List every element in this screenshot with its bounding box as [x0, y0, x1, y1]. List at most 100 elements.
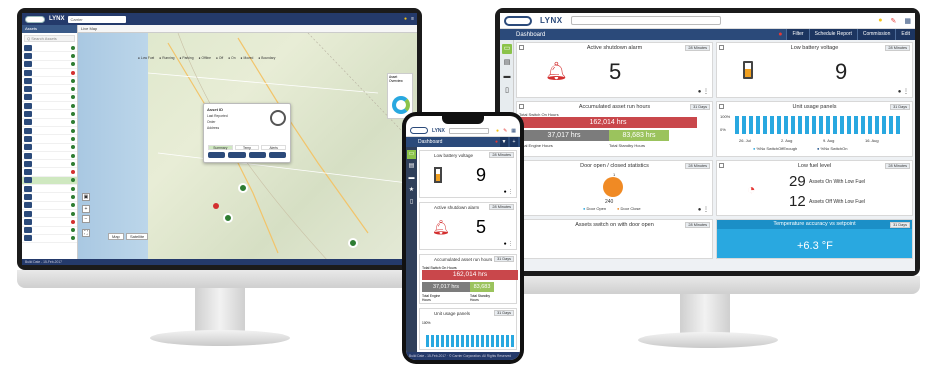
asset-list-item[interactable] — [22, 210, 77, 219]
asset-list-item[interactable] — [22, 235, 77, 244]
asset-list-item[interactable] — [22, 119, 77, 127]
apps-icon[interactable]: ▦ — [511, 128, 516, 134]
live-map[interactable]: ● Low Fuel ● Running ● Parking ● Offline ● O… — [78, 33, 417, 261]
carrier-logo[interactable] — [410, 127, 428, 134]
status-filter[interactable]: ● Off — [216, 56, 223, 60]
status-filter[interactable]: ● Moved — [241, 56, 254, 60]
schedule-report-button[interactable]: Schedule Report — [808, 29, 857, 40]
asset-list-item[interactable] — [22, 127, 77, 136]
status-filter[interactable]: ● Running — [159, 56, 174, 60]
fullscreen-icon[interactable]: ⛶ — [82, 229, 90, 237]
bell-icon[interactable]: ● — [496, 128, 499, 134]
low-battery-voltage-card[interactable]: Low battery voltage 28 Minutes 9 ● ⋮ — [716, 42, 913, 98]
dashboard-icon[interactable]: ▭ — [502, 44, 512, 54]
status-filter[interactable]: ● Boundary — [258, 56, 275, 60]
asset-list-item[interactable] — [22, 110, 77, 119]
time-range-badge[interactable]: 31 Days — [690, 104, 710, 110]
asset-list-item[interactable] — [22, 193, 77, 202]
asset-list-item[interactable] — [22, 227, 77, 235]
filter-button[interactable]: Filter — [786, 29, 809, 40]
action-button[interactable] — [268, 152, 286, 158]
asset-list-item[interactable] — [22, 218, 77, 227]
time-range-badge[interactable]: 28 Minutes — [885, 163, 910, 169]
asset-list-item[interactable] — [22, 102, 77, 111]
satellite-type-button[interactable]: Satellite — [126, 233, 149, 240]
star-icon[interactable]: ★ — [407, 186, 416, 195]
status-filter[interactable]: ● Parking — [180, 56, 194, 60]
asset-list-item[interactable] — [22, 69, 77, 78]
door-statistics-card[interactable]: Door open / closed statistics 28 Minutes… — [516, 160, 713, 216]
active-shutdown-alarm-card[interactable]: Active shutdown alarm 28 Minutes 🔔︎ 5 ● … — [516, 42, 713, 98]
phone-unit-usage-card[interactable]: Unit usage panels 31 Days 100% — [419, 308, 517, 350]
time-range-badge[interactable]: 31 Days — [494, 256, 514, 262]
asset-list-item[interactable] — [22, 152, 77, 161]
status-filter[interactable]: ● On — [228, 56, 235, 60]
low-fuel-level-card[interactable]: Low fuel level 28 Minutes ◔ 29 Assets On… — [716, 160, 913, 216]
status-filter[interactable]: ● Offline — [199, 56, 211, 60]
info-icon[interactable]: ● ⋮ — [504, 241, 513, 247]
info-icon[interactable]: ● ⋮ — [698, 206, 709, 213]
info-icon[interactable]: ● ⋮ — [698, 88, 709, 95]
status-filter[interactable]: ● Low Fuel — [138, 56, 154, 60]
asset-list-item[interactable] — [22, 160, 77, 169]
asset-marker[interactable] — [213, 203, 219, 209]
time-range-badge[interactable]: 28 Minutes — [685, 163, 710, 169]
action-button[interactable] — [228, 152, 246, 158]
time-range-badge[interactable]: 31 Days — [494, 310, 514, 316]
apps-icon[interactable]: ▦ — [904, 17, 911, 25]
asset-list-item[interactable] — [22, 202, 77, 210]
edit-button[interactable]: Edit — [895, 29, 915, 40]
tab-temp[interactable]: Temp — [234, 145, 260, 150]
switch-on-door-open-card[interactable]: Assets switch on with door open 28 Minut… — [516, 219, 713, 259]
asset-list-item[interactable] — [22, 85, 77, 94]
phone-shutdown-alarm-card[interactable]: Active shutdown alarm 28 Minutes 🔔︎ 5 ● … — [419, 202, 517, 250]
asset-run-hours-card[interactable]: Accumulated asset run hours 31 Days Tota… — [516, 101, 713, 157]
phone-low-battery-card[interactable]: Low battery voltage 28 Minutes 9 ● ⋮ — [419, 150, 517, 198]
map-icon[interactable]: ▤ — [407, 162, 416, 171]
asset-list-item[interactable] — [22, 94, 77, 103]
truck-icon[interactable]: ▬ — [502, 72, 512, 82]
layers-icon[interactable]: ▣ — [82, 193, 90, 201]
asset-marker[interactable] — [348, 238, 358, 248]
carrier-logo[interactable] — [504, 15, 532, 26]
document-icon[interactable]: ▯ — [502, 86, 512, 96]
bell-icon[interactable]: ● — [404, 16, 407, 22]
time-range-badge[interactable]: 28 Minutes — [885, 45, 910, 51]
time-range-badge[interactable]: 31 Days — [890, 222, 910, 228]
asset-list-item[interactable] — [22, 176, 77, 186]
asset-marker[interactable] — [238, 183, 248, 193]
action-button[interactable] — [208, 152, 226, 158]
carrier-logo[interactable] — [25, 15, 45, 23]
document-icon[interactable]: ▯ — [407, 198, 416, 207]
time-range-badge[interactable]: 28 Minutes — [685, 45, 710, 51]
time-range-badge[interactable]: 28 Minutes — [685, 222, 710, 228]
asset-list-item[interactable] — [22, 77, 77, 86]
asset-list-item[interactable] — [22, 44, 77, 53]
zoom-out-button[interactable]: − — [82, 215, 90, 223]
asset-list-item[interactable] — [22, 52, 77, 61]
map-type-button[interactable]: Map — [108, 233, 124, 240]
temperature-accuracy-card[interactable]: Temperature accuracy vs setpoint 31 Days… — [716, 219, 913, 259]
asset-list-item[interactable] — [22, 144, 77, 152]
tab-summary[interactable]: Summary — [208, 145, 233, 150]
truck-icon[interactable]: ▬ — [407, 174, 416, 183]
dashboard-icon[interactable]: ▭ — [407, 150, 416, 159]
asset-list-item[interactable] — [22, 185, 77, 194]
asset-list-item[interactable] — [22, 135, 77, 144]
customer-select[interactable]: Carrier — [68, 15, 127, 23]
bell-icon[interactable]: ● — [878, 17, 882, 24]
add-icon[interactable]: + — [510, 137, 518, 147]
asset-search-input[interactable]: Q Search Assets — [24, 35, 75, 42]
time-range-badge[interactable]: 31 Days — [890, 104, 910, 110]
info-icon[interactable]: ● ⋮ — [898, 88, 909, 95]
asset-marker[interactable] — [223, 213, 233, 223]
zoom-in-button[interactable]: + — [82, 205, 90, 213]
phone-run-hours-card[interactable]: Accumulated asset run hours 31 Days Tota… — [419, 254, 518, 304]
unit-usage-panels-card[interactable]: Unit usage panels 31 Days 100% 0% 26. Ju… — [716, 101, 913, 157]
filter-icon[interactable]: ▼ — [500, 137, 508, 147]
customer-select[interactable] — [448, 127, 489, 134]
menu-icon[interactable]: ≡ — [411, 16, 414, 22]
tab-alerts[interactable]: Alerts — [261, 145, 287, 150]
commission-button[interactable]: Commission — [856, 29, 896, 40]
info-icon[interactable]: ● ⋮ — [504, 189, 513, 195]
